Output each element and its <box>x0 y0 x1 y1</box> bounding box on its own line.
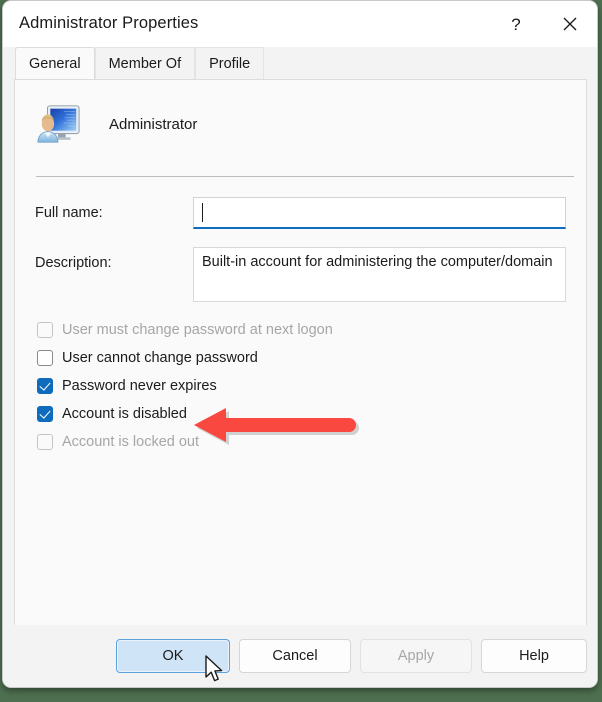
header-divider <box>36 176 574 177</box>
checkbox-label-password-never-expires: Password never expires <box>62 378 217 394</box>
checkbox-cannot-change-password[interactable] <box>37 350 53 366</box>
description-label: Description: <box>35 255 112 271</box>
tab-member-of[interactable]: Member Of <box>94 47 196 79</box>
titlebar-close-button[interactable] <box>547 1 593 47</box>
ok-button[interactable]: OK <box>116 639 230 673</box>
tab-general-label: General <box>29 55 81 72</box>
text-caret <box>202 203 203 222</box>
window-title: Administrator Properties <box>19 14 199 32</box>
apply-button: Apply <box>360 639 472 673</box>
checkbox-label-must-change-password: User must change password at next logon <box>62 322 333 338</box>
account-name-label: Administrator <box>109 115 198 133</box>
checkbox-label-account-is-locked-out: Account is locked out <box>62 434 200 450</box>
checkbox-label-account-is-disabled: Account is disabled <box>62 406 187 422</box>
checkbox-row-cannot-change-password[interactable]: User cannot change password <box>28 344 548 372</box>
full-name-input[interactable] <box>193 197 566 229</box>
question-mark-icon: ? <box>511 14 521 34</box>
titlebar-help-button[interactable]: ? <box>493 1 539 47</box>
tab-strip: General Member Of Profile <box>3 47 597 79</box>
checkbox-must-change-password <box>37 322 53 338</box>
tab-general[interactable]: General <box>15 47 95 79</box>
checkbox-label-cannot-change-password: User cannot change password <box>62 350 258 366</box>
dialog-footer: OK Cancel Apply Help <box>3 625 597 687</box>
tab-profile[interactable]: Profile <box>195 47 265 79</box>
checkbox-password-never-expires[interactable] <box>37 378 53 394</box>
title-bar: Administrator Properties ? <box>3 1 597 47</box>
description-input[interactable]: Built-in account for administering the c… <box>193 247 566 302</box>
checkbox-row-account-is-disabled[interactable]: Account is disabled <box>28 400 548 428</box>
tab-member-of-label: Member Of <box>108 55 182 72</box>
help-button[interactable]: Help <box>481 639 587 673</box>
tab-profile-label: Profile <box>209 55 251 72</box>
checkbox-account-is-disabled[interactable] <box>37 406 53 422</box>
checkbox-row-password-never-expires[interactable]: Password never expires <box>28 372 548 400</box>
checkbox-row-must-change-password: User must change password at next logon <box>28 316 548 344</box>
cancel-button[interactable]: Cancel <box>239 639 351 673</box>
account-header: Administrator <box>35 101 197 147</box>
close-icon <box>563 17 577 31</box>
checkbox-account-is-locked-out <box>37 434 53 450</box>
general-tab-panel: Administrator Full name: Description: Bu… <box>14 79 587 627</box>
account-options-list: User must change password at next logon … <box>28 316 548 456</box>
desktop-background: Administrator Properties ? General Membe… <box>0 0 602 702</box>
checkbox-row-account-is-locked-out: Account is locked out <box>28 428 548 456</box>
user-account-icon <box>37 105 80 143</box>
administrator-properties-window: Administrator Properties ? General Membe… <box>2 0 598 688</box>
full-name-label: Full name: <box>35 205 103 221</box>
